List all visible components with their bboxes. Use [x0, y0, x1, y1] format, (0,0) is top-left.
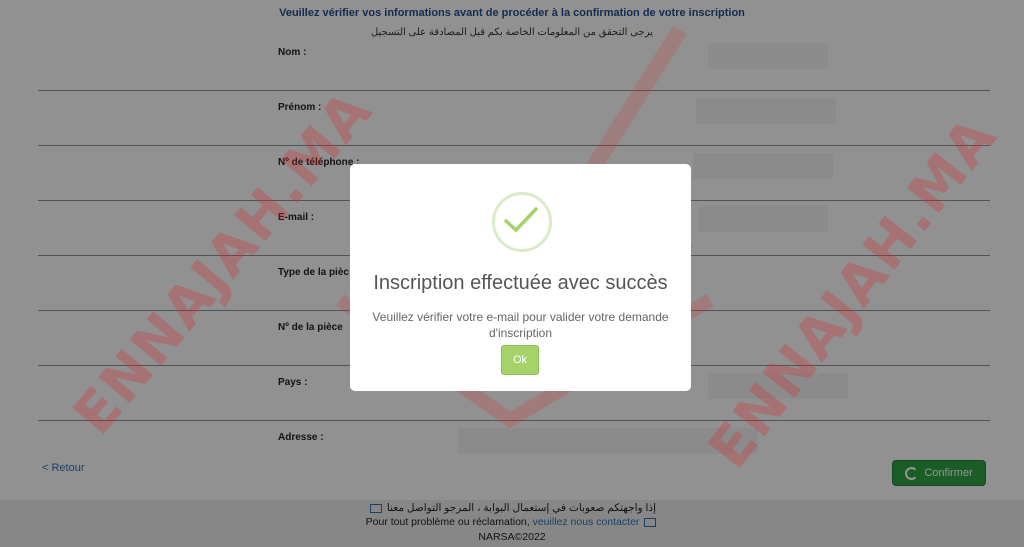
modal-backdrop[interactable]: ENNAJAH.MA ENNAJAH.MA Inscription effect… [0, 0, 1024, 547]
modal-message: Veuillez vérifier votre e-mail pour vali… [372, 310, 669, 340]
ok-button[interactable]: Ok [501, 345, 539, 375]
success-check-icon [492, 192, 552, 252]
modal-title: Inscription effectuée avec succès [373, 272, 668, 294]
success-modal: Inscription effectuée avec succès Veuill… [350, 164, 691, 391]
